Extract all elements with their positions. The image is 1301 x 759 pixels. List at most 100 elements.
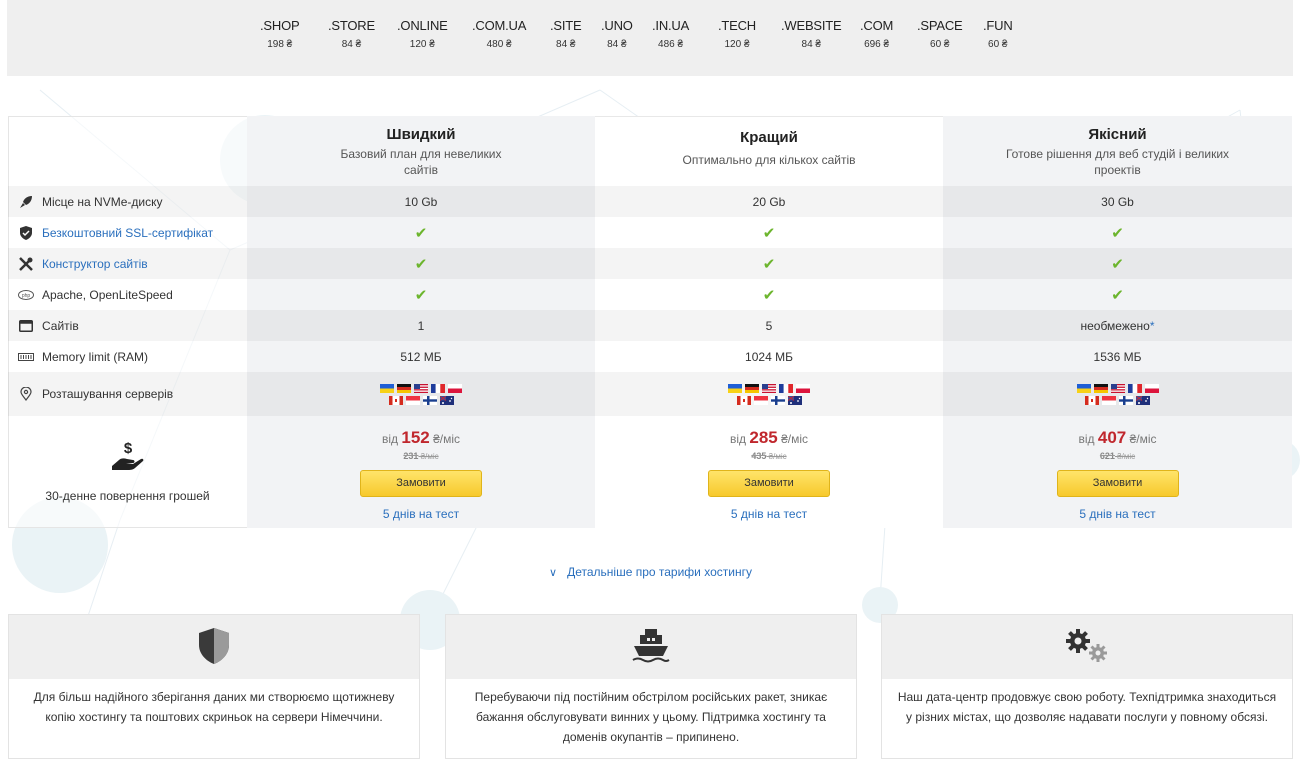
flag-fr-icon	[431, 384, 445, 393]
pricing-table: Швидкий Базовий план для невеликих сайті…	[8, 116, 1292, 528]
order-button[interactable]: Замовити	[708, 470, 830, 497]
feature-label: Apache, OpenLiteSpeed	[42, 287, 173, 302]
check-icon: ✔	[1111, 224, 1124, 242]
server-flags	[247, 379, 595, 410]
flag-fi-icon	[422, 396, 437, 405]
feature-ssl[interactable]: Безкоштовний SSL-сертифікат	[18, 217, 213, 248]
price-unit: ₴/міс	[1129, 432, 1157, 446]
domain-zone: .UNO	[601, 18, 633, 33]
domain-zone: .FUN	[983, 18, 1013, 33]
disk-value: 30 Gb	[1101, 194, 1134, 209]
flag-fr-icon	[1127, 384, 1142, 393]
current-price: від 152 ₴/міс	[247, 428, 595, 448]
old-price: 231 ₴/міс	[247, 451, 595, 461]
old-price-number: 231	[403, 451, 419, 461]
flags-group	[380, 384, 462, 405]
feature-builder[interactable]: Конструктор сайтів	[18, 248, 148, 279]
gears-icon	[1064, 627, 1110, 668]
sites-value: 5	[765, 318, 773, 333]
domain-price: 480 ₴	[486, 39, 512, 50]
domain-zone: .SHOP	[260, 18, 300, 33]
flag-fi-icon	[770, 396, 785, 405]
flag-row	[388, 396, 454, 405]
flag-sg-icon	[1102, 396, 1116, 405]
order-button[interactable]: Замовити	[1056, 470, 1179, 497]
server-flags	[595, 379, 943, 410]
flags-group	[1076, 384, 1159, 405]
domain-price: 84 ₴	[341, 39, 362, 50]
old-price-unit: ₴/міс	[1117, 452, 1136, 461]
domain-item[interactable]: .ONLINE 120 ₴	[397, 18, 448, 50]
domain-item[interactable]: .COM.UA 480 ₴	[472, 18, 526, 50]
disk-value: 20 Gb	[752, 194, 786, 209]
old-price-number: 435	[751, 451, 767, 461]
price-number: 407	[1097, 428, 1127, 447]
domain-item[interactable]: .COM 696 ₴	[860, 18, 893, 50]
check-icon: ✔	[1111, 286, 1124, 304]
domain-item[interactable]: .SITE 84 ₴	[550, 18, 582, 50]
feature-link[interactable]: Безкоштовний SSL-сертифікат	[42, 226, 213, 240]
flag-pl-icon	[796, 384, 810, 393]
domain-price: 120 ₴	[724, 39, 750, 50]
price-prefix: від	[1078, 432, 1095, 446]
check-icon: ✔	[762, 255, 776, 273]
price-prefix: від	[381, 432, 399, 446]
php-icon: php	[18, 288, 34, 302]
flag-row	[1076, 384, 1159, 393]
domain-item[interactable]: .IN.UA 486 ₴	[652, 18, 689, 50]
info-card-datacenter: Наш дата-центр продовжує свою роботу. Те…	[881, 614, 1293, 759]
flag-ua-icon	[380, 384, 394, 393]
hosting-details-toggle[interactable]: ∨ Детальніше про тарифи хостингу	[0, 565, 1301, 579]
plan-description: Базовий план для невеликих сайтів	[340, 147, 502, 177]
domain-item[interactable]: .STORE 84 ₴	[328, 18, 375, 50]
plan-name: Якісний	[1088, 126, 1147, 143]
domain-item[interactable]: .FUN 60 ₴	[983, 18, 1013, 50]
feature-disk: Місце на NVMe-диску	[18, 186, 162, 217]
price-block: від 285 ₴/міс 435 ₴/міс Замовити 5 днів …	[595, 428, 943, 521]
flag-ca-icon	[388, 396, 403, 405]
old-price-number: 621	[1099, 451, 1115, 461]
order-button[interactable]: Замовити	[360, 470, 482, 497]
browser-window-icon	[18, 319, 34, 333]
old-price-unit: ₴/міс	[420, 452, 439, 461]
domain-price: 84 ₴	[556, 39, 576, 50]
chevron-down-icon: ∨	[549, 567, 558, 579]
trial-link[interactable]: 5 днів на тест	[247, 507, 595, 521]
trial-link[interactable]: 5 днів на тест	[943, 507, 1292, 521]
server-flags	[943, 379, 1292, 410]
check-icon: ✔	[414, 255, 428, 273]
location-pin-icon	[18, 386, 34, 401]
check-icon: ✔	[414, 224, 428, 242]
feature-server: php Apache, OpenLiteSpeed	[18, 279, 173, 310]
flag-pl-icon	[448, 384, 462, 393]
domain-item[interactable]: .SHOP 198 ₴	[260, 18, 300, 50]
flag-row	[736, 396, 802, 405]
domain-item[interactable]: .WEBSITE 84 ₴	[781, 18, 842, 50]
domain-price: 486 ₴	[658, 39, 684, 50]
domain-price: 84 ₴	[801, 39, 821, 50]
feature-sites: Сайтів	[18, 310, 79, 341]
feature-location: Розташування серверів	[18, 378, 173, 409]
rocket-icon	[18, 195, 34, 209]
check-icon: ✔	[762, 224, 776, 242]
flag-ua-icon	[1076, 384, 1091, 393]
domain-item[interactable]: .SPACE 60 ₴	[917, 18, 963, 50]
feature-ram: Memory limit (RAM)	[18, 341, 148, 372]
domain-item[interactable]: .TECH 120 ₴	[718, 18, 756, 50]
card-text: Перебуваючи під постійним обстрілом росі…	[474, 690, 828, 744]
feature-link[interactable]: Конструктор сайтів	[42, 257, 148, 271]
flag-fr-icon	[779, 384, 793, 393]
plan-name: Кращий	[740, 129, 798, 146]
flags-group	[728, 384, 810, 405]
domain-item[interactable]: .UNO 84 ₴	[601, 18, 633, 50]
ram-value: 1536 МБ	[1093, 349, 1142, 364]
shield-icon	[197, 627, 231, 668]
footnote-star[interactable]: *	[1150, 319, 1155, 333]
plan-description: Готове рішення для веб студій і великих …	[1005, 147, 1230, 177]
trial-link[interactable]: 5 днів на тест	[595, 507, 943, 521]
domain-price: 60 ₴	[988, 39, 1008, 50]
flag-au-icon	[1136, 396, 1150, 405]
money-hand-icon: $	[8, 440, 247, 475]
money-back-label: 30-денне повернення грошей	[45, 489, 210, 503]
flag-row	[1085, 396, 1150, 405]
